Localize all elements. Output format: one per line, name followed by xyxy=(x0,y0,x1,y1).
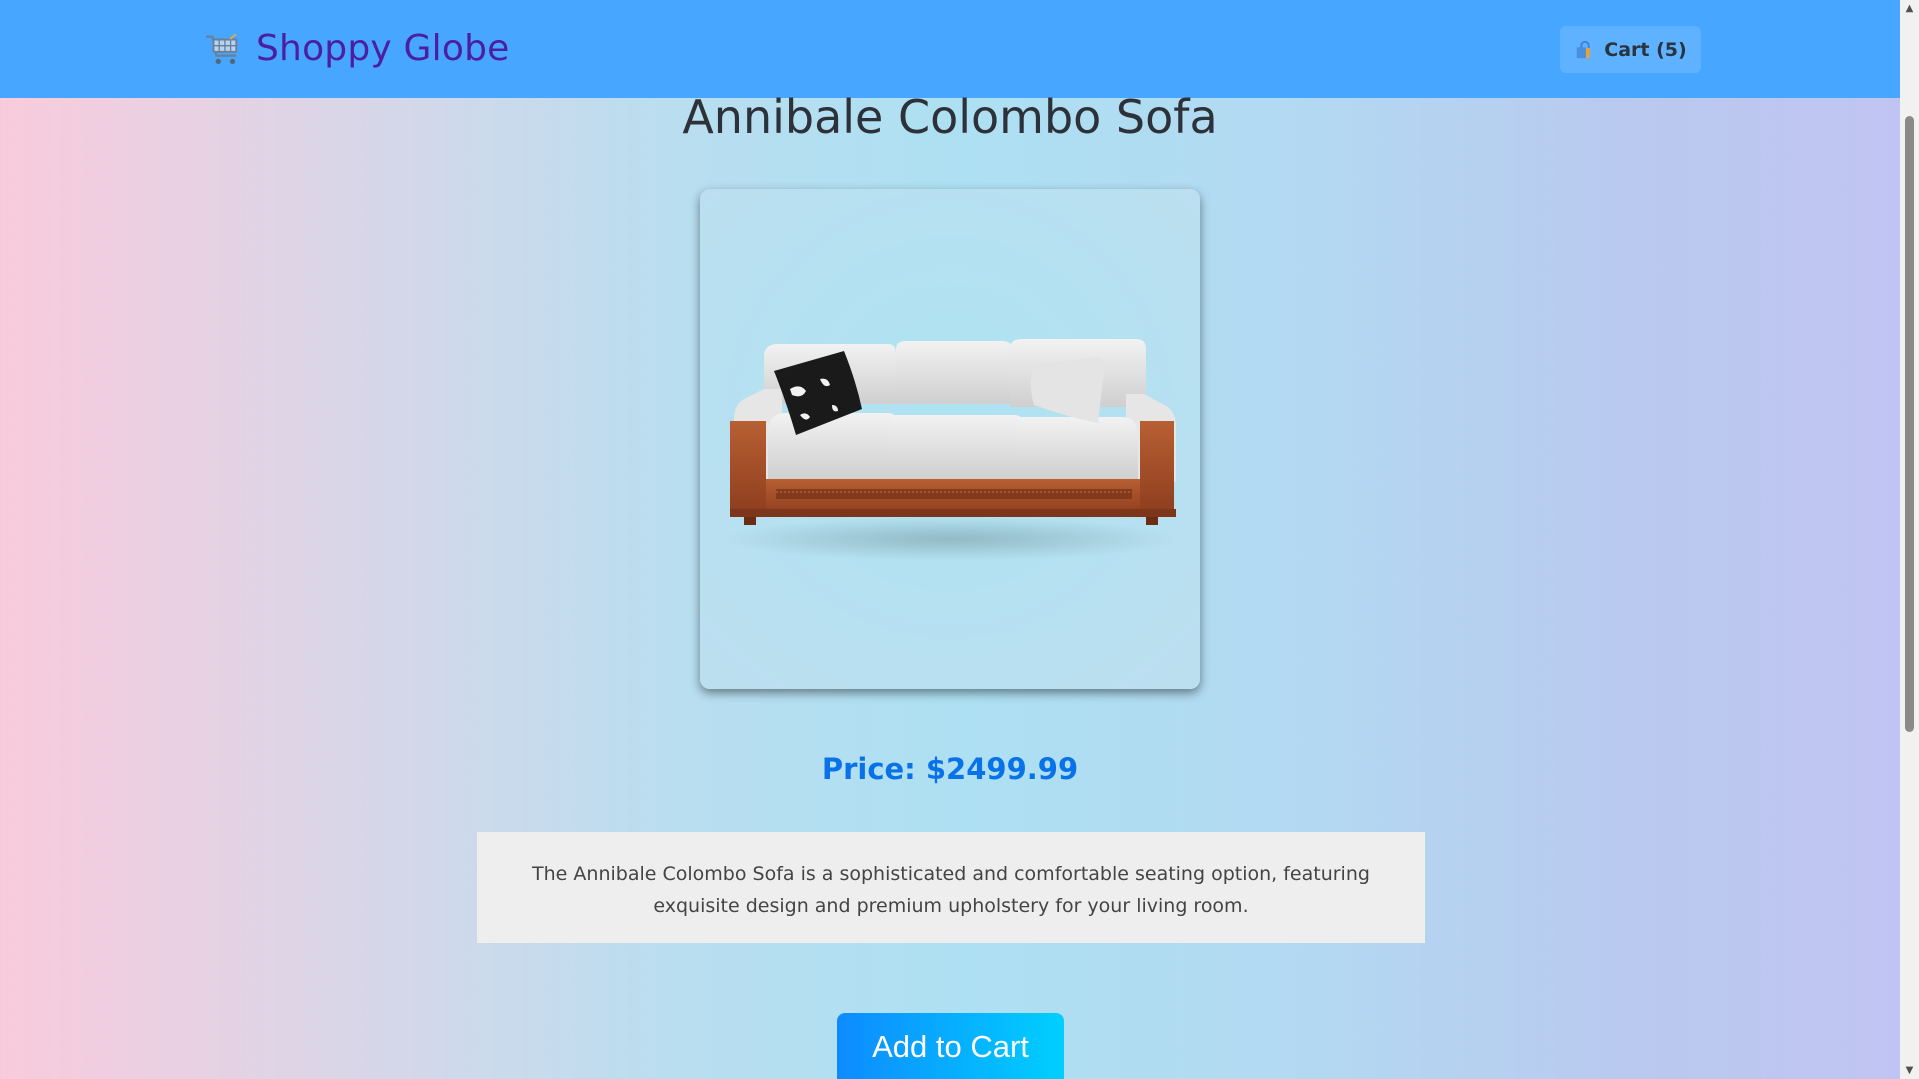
product-image xyxy=(700,189,1200,689)
product-description: The Annibale Colombo Sofa is a sophistic… xyxy=(477,832,1425,943)
shopping-bag-icon xyxy=(1574,39,1596,61)
product-title: Annibale Colombo Sofa xyxy=(682,90,1218,144)
product-price: Price: $2499.99 xyxy=(821,752,1079,786)
shopping-cart-icon xyxy=(204,30,242,68)
scroll-up-arrow-icon[interactable]: ▲ xyxy=(1900,0,1919,17)
cart-label: Cart (5) xyxy=(1604,38,1687,61)
sofa-image xyxy=(700,189,1200,689)
brand-name: Shoppy Globe xyxy=(256,28,510,69)
brand-logo[interactable]: Shoppy Globe xyxy=(204,28,509,69)
add-to-cart-button[interactable]: Add to Cart xyxy=(837,1013,1064,1079)
cart-button[interactable]: Cart (5) xyxy=(1560,26,1701,73)
scrollbar-thumb[interactable] xyxy=(1905,116,1914,732)
scroll-down-arrow-icon[interactable]: ▼ xyxy=(1900,1062,1919,1079)
top-navbar: Shoppy Globe Cart (5) xyxy=(0,0,1900,98)
vertical-scrollbar[interactable]: ▲ ▼ xyxy=(1900,0,1919,1079)
